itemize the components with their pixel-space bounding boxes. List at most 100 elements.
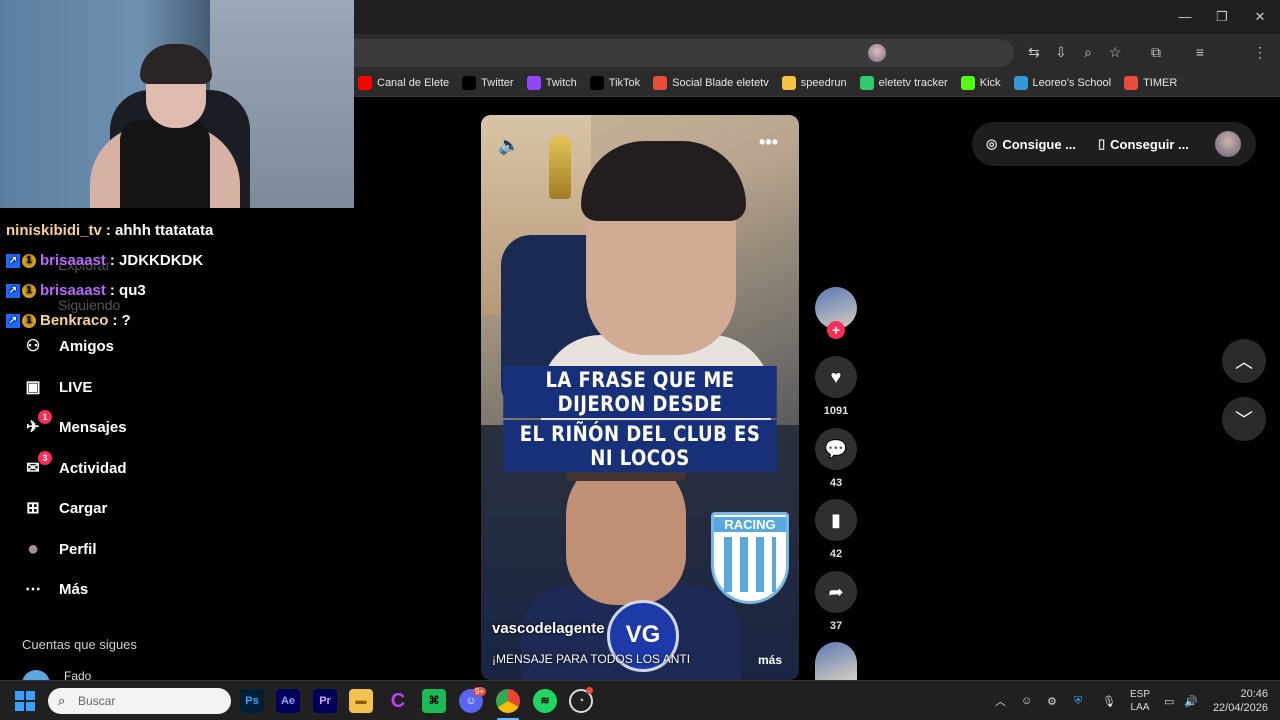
address-bar[interactable] bbox=[354, 39, 1014, 67]
steam-tray-icon[interactable]: ⚙ bbox=[1047, 681, 1057, 720]
chrome-icon[interactable] bbox=[496, 689, 520, 713]
nav-messages[interactable]: ✈ 1 Mensajes bbox=[22, 410, 127, 438]
racing-stripes bbox=[724, 537, 776, 592]
bookmark-9[interactable]: TIMER bbox=[1124, 76, 1177, 90]
follow-plus-icon[interactable]: + bbox=[827, 321, 845, 339]
nav-label: Mensajes bbox=[59, 418, 127, 436]
windows-start-icon[interactable] bbox=[15, 691, 35, 711]
nav-profile[interactable]: ● Perfil bbox=[22, 538, 97, 560]
heart-icon[interactable]: ♥ bbox=[815, 356, 857, 398]
music-disc-avatar[interactable] bbox=[815, 642, 857, 680]
discord-tray-icon[interactable]: ☺ bbox=[1021, 681, 1032, 720]
nav-friends[interactable]: ⚇ Amigos bbox=[22, 335, 114, 357]
restore-icon[interactable]: ❐ bbox=[1205, 6, 1239, 28]
nav-activity[interactable]: ✉ 3 Actividad bbox=[22, 451, 127, 479]
browser-profile-avatar[interactable] bbox=[868, 44, 886, 62]
language-code: ESP bbox=[1130, 689, 1151, 700]
taskbar-search[interactable]: ⌕ Buscar bbox=[48, 688, 231, 714]
bookmark-label: Canal de Elete bbox=[377, 77, 450, 89]
minimize-icon[interactable]: — bbox=[1168, 6, 1202, 28]
chat-message: ↗ 1 brisaaast: qu3 bbox=[0, 276, 354, 306]
chevron-up-icon: ︿ bbox=[1235, 352, 1253, 372]
next-video-button[interactable]: ﹀ bbox=[1222, 397, 1266, 441]
messages-icon: ✈ 1 bbox=[22, 410, 52, 438]
bookmark-0[interactable]: Canal de Elete bbox=[358, 76, 449, 90]
network-icon[interactable]: ▭ bbox=[1164, 681, 1174, 720]
windows-taskbar: ⌕ Buscar Ps Ae Pr ▬ C ⌘ ☺ 9+ ≋ ◔ ︿ ☺ ⚙ ⛨… bbox=[0, 680, 1280, 720]
like-action[interactable]: ♥ 1091 bbox=[815, 356, 857, 417]
comment-icon[interactable]: 💬 bbox=[815, 428, 857, 470]
share-icon[interactable]: ➦ bbox=[815, 571, 857, 613]
volume-tray-icon[interactable]: 🔊 bbox=[1184, 681, 1198, 720]
media-control-icon[interactable]: ≡ bbox=[1190, 42, 1210, 62]
editor-app-icon[interactable]: ⌘ bbox=[422, 689, 446, 713]
security-tray-icon[interactable]: ⛨ bbox=[1074, 681, 1082, 720]
tray-overflow-icon[interactable]: ︿ bbox=[995, 681, 1006, 720]
share-count: 37 bbox=[829, 620, 843, 632]
like-count: 1091 bbox=[823, 405, 849, 417]
share-action[interactable]: ➦ 37 bbox=[815, 571, 857, 632]
more-link[interactable]: más bbox=[758, 653, 782, 667]
zoom-icon[interactable]: ⌕ bbox=[1078, 42, 1098, 62]
volume-icon[interactable]: 🔈 bbox=[498, 135, 520, 156]
bookmark-4[interactable]: Social Blade eletetv bbox=[653, 76, 769, 90]
language-indicator[interactable]: ESP LAA bbox=[1130, 681, 1150, 720]
more-icon: ⋯ bbox=[25, 581, 41, 598]
browser-titlebar: — ❐ ✕ bbox=[354, 0, 1280, 34]
bookmark-star-icon[interactable]: ☆ bbox=[1105, 42, 1125, 62]
video-username[interactable]: vascodelagente bbox=[492, 620, 605, 637]
webcam-overlay bbox=[0, 0, 354, 208]
photoshop-icon[interactable]: Ps bbox=[240, 689, 264, 713]
chat-username: Benkraco bbox=[40, 312, 109, 329]
comment-action[interactable]: 💬 43 bbox=[815, 428, 857, 489]
live-icon: ▣ bbox=[25, 379, 41, 396]
after-effects-icon[interactable]: Ae bbox=[276, 689, 300, 713]
bookmark-1[interactable]: Twitter bbox=[462, 76, 514, 90]
recording-dot bbox=[586, 687, 593, 694]
racing-crest: RACING bbox=[711, 512, 789, 604]
file-explorer-icon[interactable]: ▬ bbox=[349, 689, 373, 713]
user-avatar[interactable] bbox=[1215, 131, 1241, 157]
bookmark-7[interactable]: Kick bbox=[960, 76, 1001, 90]
close-icon[interactable]: ✕ bbox=[1243, 6, 1277, 28]
get-coins-button[interactable]: ◎ Consigue ... bbox=[986, 136, 1076, 152]
tier-badge-icon: 1 bbox=[22, 284, 36, 298]
microphone-icon[interactable]: 🎙 bbox=[1102, 681, 1116, 720]
save-action[interactable]: ▮ 42 bbox=[815, 499, 857, 560]
chrome-menu-icon[interactable]: ⋮ bbox=[1250, 42, 1270, 62]
spotify-icon[interactable]: ≋ bbox=[533, 689, 557, 713]
cam-person-hair bbox=[140, 44, 212, 84]
premiere-icon[interactable]: Pr bbox=[313, 689, 337, 713]
bookmark-6[interactable]: eletetv tracker bbox=[859, 76, 948, 90]
tracker-icon bbox=[859, 76, 874, 90]
previous-video-button[interactable]: ︿ bbox=[1222, 339, 1266, 383]
bookmark-2[interactable]: Twitch bbox=[526, 76, 577, 90]
get-app-button[interactable]: ▯ Conseguir ... bbox=[1098, 136, 1189, 152]
translate-icon[interactable]: ⇆ bbox=[1024, 42, 1044, 62]
caption-line-2: EL RIÑÓN DEL CLUB ES NI LOCOS bbox=[503, 420, 777, 472]
bookmark-icon[interactable]: ▮ bbox=[815, 499, 857, 541]
chat-username: brisaaast bbox=[40, 282, 106, 299]
more-options-icon[interactable]: ••• bbox=[759, 132, 778, 153]
nav-upload[interactable]: ⊞ Cargar bbox=[22, 497, 107, 519]
nav-label: Más bbox=[59, 580, 89, 598]
bookmark-3[interactable]: TikTok bbox=[589, 76, 640, 90]
get-app-label: Conseguir ... bbox=[1110, 136, 1189, 152]
tier-badge-icon: 1 bbox=[22, 254, 36, 268]
extensions-icon[interactable]: ⧉ bbox=[1146, 42, 1166, 62]
bookmark-label: TIMER bbox=[1143, 77, 1178, 89]
trophy bbox=[549, 135, 571, 199]
get-coins-label: Consigue ... bbox=[1002, 136, 1077, 152]
bookmark-5[interactable]: speedrun bbox=[781, 76, 847, 90]
canva-icon[interactable]: C bbox=[386, 689, 410, 713]
nav-live[interactable]: ▣ LIVE bbox=[22, 376, 92, 398]
system-clock[interactable]: 20:46 22/04/2026 bbox=[1208, 687, 1268, 715]
install-app-icon[interactable]: ⇩ bbox=[1051, 42, 1071, 62]
bookmark-label: Social Blade eletetv bbox=[672, 77, 769, 89]
nav-more[interactable]: ⋯ Más bbox=[22, 578, 88, 600]
socialblade-icon bbox=[653, 76, 668, 90]
bookmark-8[interactable]: Leoreo's School bbox=[1013, 76, 1111, 90]
nav-label: Cargar bbox=[59, 499, 108, 517]
video-player[interactable]: LA FRASE QUE ME DIJERON DESDE EL RIÑÓN D… bbox=[481, 115, 799, 680]
chat-text: : ? bbox=[112, 312, 131, 329]
